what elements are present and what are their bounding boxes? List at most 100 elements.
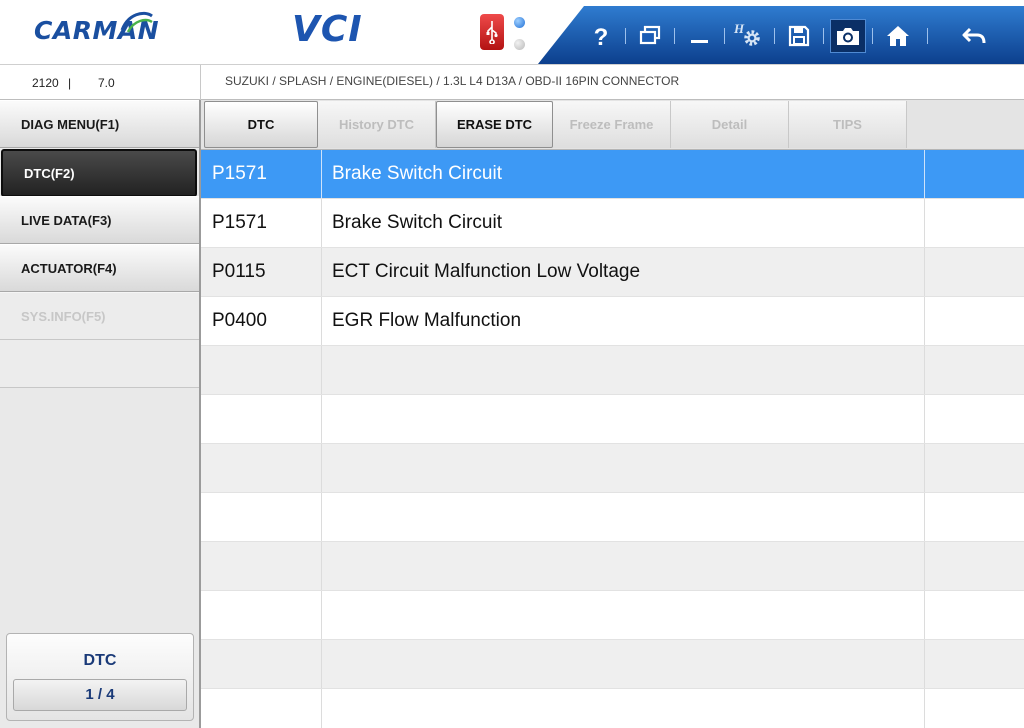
empty-cell xyxy=(201,493,322,541)
dtc-table: P1571 Brake Switch Circuit P1571 Brake S… xyxy=(201,150,1024,728)
dtc-description: EGR Flow Malfunction xyxy=(322,297,925,345)
empty-cell xyxy=(322,395,925,443)
dtc-code: P0400 xyxy=(201,297,322,345)
empty-cell xyxy=(201,346,322,394)
dtc-description: ECT Circuit Malfunction Low Voltage xyxy=(322,248,925,296)
toolbar-divider xyxy=(674,28,675,44)
software-code: 2120 xyxy=(32,76,59,90)
dtc-description: Brake Switch Circuit xyxy=(322,199,925,247)
toolbar-divider xyxy=(823,28,824,44)
settings-button[interactable]: H xyxy=(731,19,767,53)
sidebar-item-actuator[interactable]: ACTUATOR(F4) xyxy=(0,244,199,292)
toolbar-divider xyxy=(774,28,775,44)
dtc-code: P1571 xyxy=(201,150,322,198)
sidebar-item-sys-info: SYS.INFO(F5) xyxy=(0,292,199,340)
empty-cell xyxy=(201,689,322,728)
settings-icon: H xyxy=(733,22,760,46)
dtc-code: P1571 xyxy=(201,199,322,247)
sidebar-item-dtc[interactable]: DTC(F2) xyxy=(1,149,197,197)
table-row-empty xyxy=(201,542,1024,591)
home-button[interactable] xyxy=(880,19,916,53)
table-row-empty xyxy=(201,444,1024,493)
screenshot-button[interactable] xyxy=(830,19,866,53)
table-row-empty xyxy=(201,640,1024,689)
sidebar-item-label: SYS.INFO(F5) xyxy=(21,308,106,324)
help-button[interactable]: ? xyxy=(583,19,619,53)
home-icon xyxy=(887,26,909,46)
product-title: VCI xyxy=(292,9,363,50)
tab-tips: TIPS xyxy=(789,101,907,148)
app-header: CARMAN VCI ? H xyxy=(0,0,1024,64)
empty-cell xyxy=(201,395,322,443)
table-row[interactable]: P0115 ECT Circuit Malfunction Low Voltag… xyxy=(201,248,1024,297)
empty-cell xyxy=(322,591,925,639)
sidebar: DIAG MENU(F1) DTC(F2) LIVE DATA(F3) ACTU… xyxy=(0,100,201,728)
sidebar-item-label: ACTUATOR(F4) xyxy=(21,260,117,276)
dtc-counter-value: 1 / 4 xyxy=(13,679,187,711)
sidebar-item-diag-menu[interactable]: DIAG MENU(F1) xyxy=(0,100,199,148)
help-icon: ? xyxy=(594,24,609,49)
empty-cell xyxy=(201,640,322,688)
empty-cell xyxy=(322,493,925,541)
tab-dtc[interactable]: DTC xyxy=(204,101,318,148)
tab-freeze-frame: Freeze Frame xyxy=(553,101,671,148)
vehicle-info-bar: 2120 | 7.0 SUZUKI / SPLASH / ENGINE(DIES… xyxy=(0,64,1024,100)
table-row-empty xyxy=(201,689,1024,728)
window-restore-button[interactable] xyxy=(632,19,668,53)
back-button[interactable] xyxy=(956,19,992,53)
empty-cell xyxy=(201,542,322,590)
version-panel: 2120 | 7.0 xyxy=(0,65,201,100)
toolbar-divider xyxy=(625,28,626,44)
dtc-extra-cell xyxy=(925,199,1024,247)
table-row[interactable]: P1571 Brake Switch Circuit xyxy=(201,150,1024,199)
table-row[interactable]: P1571 Brake Switch Circuit xyxy=(201,199,1024,248)
empty-cell xyxy=(322,346,925,394)
empty-cell xyxy=(201,444,322,492)
dtc-code: P0115 xyxy=(201,248,322,296)
minimize-button[interactable] xyxy=(682,19,718,53)
toolbar-divider xyxy=(927,28,928,44)
status-led-gray-icon xyxy=(514,39,525,50)
tab-label: TIPS xyxy=(833,117,862,132)
vehicle-path: SUZUKI / SPLASH / ENGINE(DIESEL) / 1.3L … xyxy=(225,74,680,88)
empty-cell xyxy=(322,640,925,688)
tab-detail: Detail xyxy=(671,101,789,148)
svg-text:H: H xyxy=(733,22,745,36)
save-icon xyxy=(788,25,810,47)
usb-connection-icon xyxy=(480,14,504,50)
window-restore-icon xyxy=(639,25,661,45)
save-button[interactable] xyxy=(781,19,817,53)
empty-cell xyxy=(322,444,925,492)
toolbar: ? H xyxy=(538,6,1024,64)
table-row-empty xyxy=(201,591,1024,640)
empty-cell xyxy=(322,542,925,590)
dtc-extra-cell xyxy=(925,297,1024,345)
info-separator: | xyxy=(68,76,72,90)
function-tabs: DTC History DTC ERASE DTC Freeze Frame D… xyxy=(201,100,1024,150)
sidebar-item-live-data[interactable]: LIVE DATA(F3) xyxy=(0,196,199,244)
tab-label: Detail xyxy=(711,117,748,132)
back-icon xyxy=(962,27,986,44)
tab-label: ERASE DTC xyxy=(456,117,533,132)
toolbar-divider xyxy=(724,28,725,44)
empty-cell xyxy=(322,689,925,728)
tab-label: Freeze Frame xyxy=(569,117,654,132)
dtc-counter-panel: DTC 1 / 4 xyxy=(6,633,194,721)
dtc-counter-label: DTC xyxy=(83,652,117,669)
table-row-empty xyxy=(201,395,1024,444)
tab-label: History DTC xyxy=(338,117,415,132)
toolbar-divider xyxy=(872,28,873,44)
sidebar-item-label: DIAG MENU(F1) xyxy=(21,116,120,132)
table-row[interactable]: P0400 EGR Flow Malfunction xyxy=(201,297,1024,346)
tab-erase-dtc[interactable]: ERASE DTC xyxy=(436,101,553,148)
status-led-blue-icon xyxy=(514,17,525,28)
svg-text:?: ? xyxy=(594,24,609,49)
sidebar-empty-slot xyxy=(0,340,199,388)
dtc-description: Brake Switch Circuit xyxy=(322,150,925,198)
table-row-empty xyxy=(201,493,1024,542)
sidebar-item-label: LIVE DATA(F3) xyxy=(21,212,112,228)
minimize-icon xyxy=(691,40,708,43)
sidebar-item-label: DTC(F2) xyxy=(24,165,75,181)
software-version: 7.0 xyxy=(98,76,115,90)
dtc-extra-cell xyxy=(925,248,1024,296)
